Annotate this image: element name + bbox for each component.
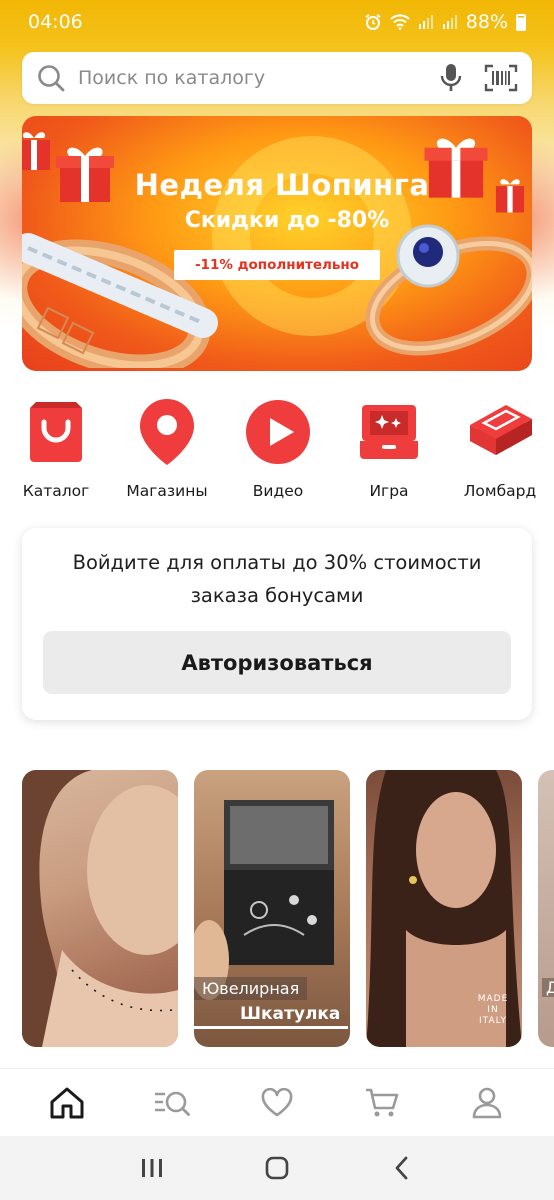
home-square-icon [265, 1156, 289, 1180]
battery-text: 88% [465, 11, 508, 33]
back-chevron-icon [395, 1156, 408, 1180]
cart-icon [366, 1088, 399, 1116]
recent-apps-icon [142, 1159, 163, 1177]
nav-favorites[interactable] [247, 1073, 307, 1133]
quick-link-video[interactable]: Видео [228, 396, 328, 500]
play-icon [242, 396, 314, 468]
status-bar: 04:06 88% [0, 0, 554, 44]
nav-profile[interactable] [457, 1073, 517, 1133]
status-icons: 88% [364, 11, 526, 33]
quick-link-label: Игра [369, 482, 409, 500]
wifi-icon [390, 14, 410, 30]
story-card[interactable]: Ювелирная Шкатулка [194, 770, 350, 1047]
story-caption: Ювелирная Шкатулка [194, 977, 350, 1029]
quick-link-label: Видео [252, 482, 304, 500]
quick-link-label: Ломбард [463, 482, 537, 500]
sapphire-ring-image [365, 224, 532, 356]
battery-icon [516, 13, 526, 31]
bottom-navigation [0, 1068, 554, 1136]
map-pin-icon [131, 396, 203, 468]
quick-link-catalog[interactable]: Каталог [6, 396, 106, 500]
back-button[interactable] [377, 1143, 427, 1193]
signal-icon [418, 15, 433, 29]
banner-subtitle: Скидки до -80% [184, 208, 390, 233]
catalog-search-icon [154, 1091, 190, 1116]
authorize-button[interactable]: Авторизоваться [43, 631, 511, 694]
home-icon [50, 1087, 84, 1118]
quick-link-label: Каталог [22, 482, 90, 500]
quick-link-game[interactable]: Игра [339, 396, 439, 500]
story-caption-line1: Д [542, 978, 554, 997]
search-input[interactable] [78, 67, 440, 89]
signal-icon-2 [442, 15, 457, 29]
model-photo-image [22, 770, 178, 1047]
system-navigation [0, 1136, 554, 1200]
banner-discount-tag: -11% дополнительно [174, 250, 380, 280]
nav-cart[interactable] [352, 1073, 412, 1133]
gift-icon-2 [22, 132, 50, 170]
gift-icon-4 [495, 179, 525, 213]
search-bar[interactable] [22, 52, 532, 104]
quick-link-label: Магазины [126, 482, 208, 500]
story-card[interactable]: MADE IN ITALY [366, 770, 522, 1047]
microphone-icon[interactable] [440, 63, 462, 93]
made-in-italy-badge: MADE IN ITALY [477, 994, 509, 1026]
shopping-bag-icon [20, 396, 92, 468]
recent-apps-button[interactable] [127, 1143, 177, 1193]
story-card[interactable] [22, 770, 178, 1047]
login-bonus-card: Войдите для оплаты до 30% стоимости зака… [22, 528, 532, 720]
stories-carousel[interactable]: Ювелирная Шкатулка MADE IN ITALY Д [0, 770, 554, 1050]
gift-icon [56, 147, 114, 202]
quick-links: Каталог Магазины Видео Игра Ломбард [0, 396, 554, 506]
story-caption-line1: Ювелирная [194, 977, 308, 1000]
promo-banner[interactable]: Неделя Шопинга Скидки до -80% -11% допол… [22, 116, 532, 371]
quick-link-stores[interactable]: Магазины [117, 396, 217, 500]
search-icon[interactable] [36, 63, 66, 93]
heart-icon [261, 1087, 293, 1116]
profile-icon [473, 1087, 502, 1118]
money-stack-icon [464, 396, 536, 468]
nav-catalog-search[interactable] [142, 1073, 202, 1133]
login-bonus-message: Войдите для оплаты до 30% стоимости зака… [72, 551, 482, 607]
status-time: 04:06 [28, 11, 83, 33]
gift-box-icon [353, 396, 425, 468]
home-system-button[interactable] [252, 1143, 302, 1193]
barcode-scanner-icon[interactable] [484, 64, 518, 92]
alarm-icon [365, 14, 381, 30]
nav-home[interactable] [37, 1073, 97, 1133]
quick-link-pawnshop[interactable]: Ломбард [450, 396, 550, 500]
story-caption-line2: Шкатулка [194, 1000, 349, 1029]
story-card[interactable]: Д [538, 770, 554, 1047]
banner-title: Неделя Шопинга [134, 168, 430, 202]
